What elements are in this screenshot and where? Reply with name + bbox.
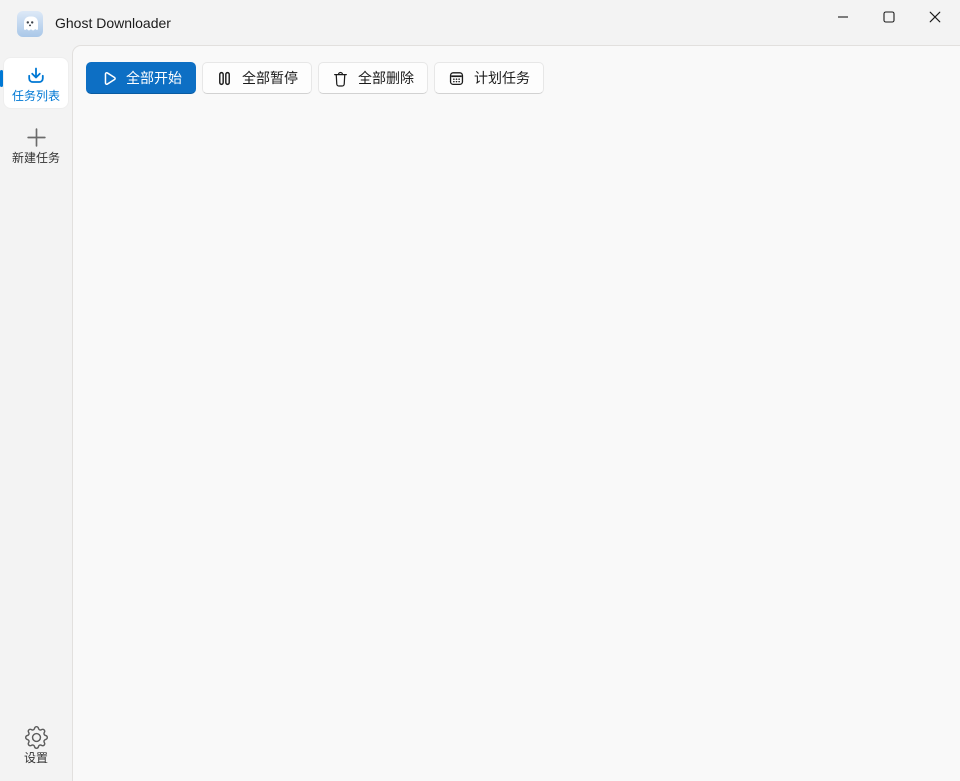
- trash-icon: [332, 70, 349, 87]
- sidebar-item-task-list[interactable]: 任务列表: [4, 58, 68, 108]
- plus-icon: [25, 125, 48, 150]
- maximize-icon: [883, 11, 895, 23]
- sidebar-item-label: 新建任务: [12, 151, 60, 165]
- titlebar: Ghost Downloader: [0, 0, 960, 45]
- gear-icon: [25, 725, 48, 750]
- window-title: Ghost Downloader: [55, 0, 171, 45]
- play-icon: [100, 70, 117, 87]
- page: { "titlebar": { "title": "Ghost Download…: [0, 0, 960, 780]
- close-icon: [929, 11, 941, 23]
- download-icon: [24, 63, 48, 88]
- sidebar: 任务列表 新建任务 设置: [0, 45, 72, 780]
- button-label: 计划任务: [474, 68, 530, 88]
- content-panel: 全部开始 全部暂停 全部删除: [72, 45, 960, 781]
- button-label: 全部开始: [126, 68, 182, 88]
- button-label: 全部删除: [358, 68, 414, 88]
- pause-all-button[interactable]: 全部暂停: [202, 62, 312, 94]
- minimize-icon: [837, 11, 849, 23]
- calendar-icon: [448, 70, 465, 87]
- button-label: 全部暂停: [242, 68, 298, 88]
- sidebar-item-label: 设置: [24, 751, 48, 765]
- sidebar-item-label: 任务列表: [12, 89, 60, 103]
- nav-selection-indicator: [0, 70, 3, 87]
- start-all-button[interactable]: 全部开始: [86, 62, 196, 94]
- delete-all-button[interactable]: 全部删除: [318, 62, 428, 94]
- maximize-button[interactable]: [866, 0, 912, 34]
- pause-icon: [216, 70, 233, 87]
- close-button[interactable]: [912, 0, 958, 34]
- ghost-app-icon: [17, 11, 43, 37]
- toolbar: 全部开始 全部暂停 全部删除: [73, 46, 960, 94]
- sidebar-item-new-task[interactable]: 新建任务: [4, 120, 68, 170]
- scheduled-tasks-button[interactable]: 计划任务: [434, 62, 544, 94]
- minimize-button[interactable]: [820, 0, 866, 34]
- window-controls: [820, 0, 958, 34]
- sidebar-item-settings[interactable]: 设置: [4, 720, 68, 770]
